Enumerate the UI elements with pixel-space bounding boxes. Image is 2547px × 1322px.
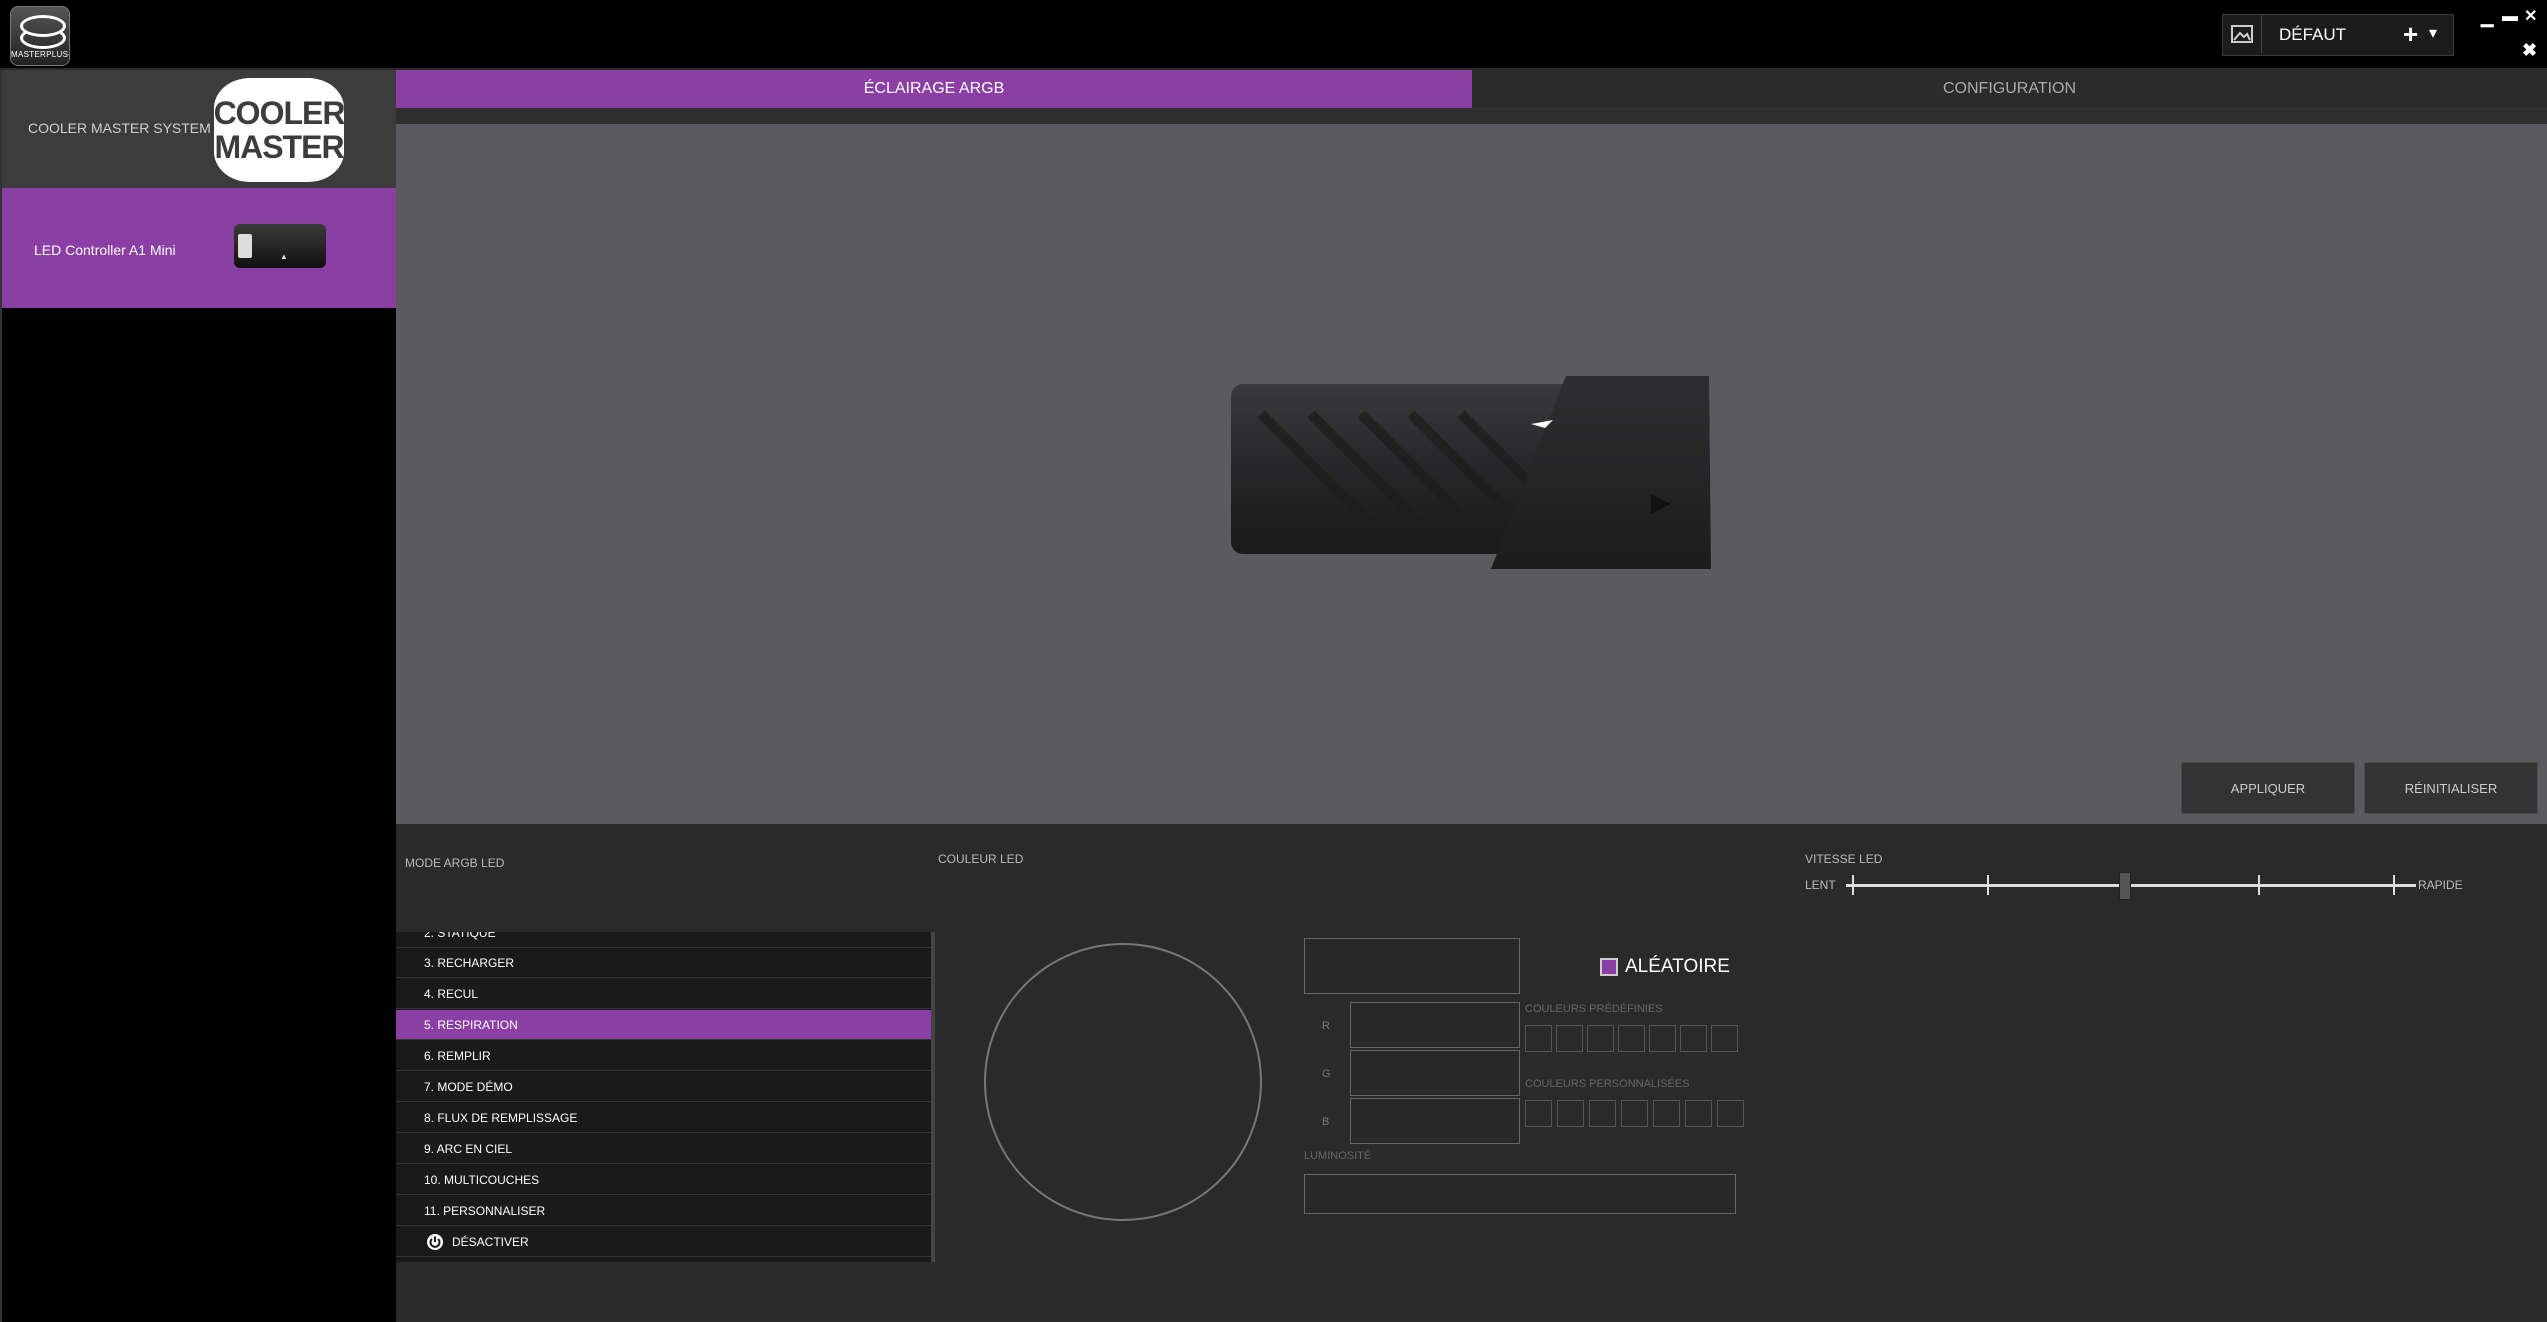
viewport-header-strip: [396, 110, 2547, 124]
mode-item-multilayer[interactable]: 10. MULTICOUCHES: [396, 1165, 931, 1195]
mode-item-recharge[interactable]: 3. RECHARGER: [396, 948, 931, 978]
device-preview: APPLIQUER RÉINITIALISER: [396, 124, 2547, 824]
custom-swatch[interactable]: [1717, 1100, 1744, 1127]
preset-swatch[interactable]: [1680, 1025, 1707, 1052]
g-label: G: [1322, 1068, 1331, 1080]
mode-item-recoil[interactable]: 4. RECUL: [396, 979, 931, 1009]
image-icon[interactable]: [2223, 15, 2262, 53]
random-checkbox[interactable]: [1600, 958, 1618, 976]
disable-label: DÉSACTIVER: [452, 1234, 529, 1249]
device-sidebar: COOLER MASTER SYSTEM COOLER MASTER LED C…: [0, 70, 398, 1322]
device-thumbnail: ▲: [234, 224, 326, 268]
sidebar-item-system[interactable]: COOLER MASTER SYSTEM COOLER MASTER: [2, 70, 398, 189]
color-wheel[interactable]: [984, 943, 1262, 1221]
tab-argb-lighting[interactable]: ÉCLAIRAGE ARGB: [396, 70, 1472, 108]
power-icon: [427, 1233, 443, 1250]
logo-text: MASTERPLUS+: [11, 50, 70, 59]
r-label: R: [1322, 1020, 1330, 1032]
speed-section-label: VITESSE LED: [1805, 852, 1883, 866]
speed-tick: [1852, 875, 1854, 895]
g-input[interactable]: [1350, 1050, 1520, 1096]
custom-swatch[interactable]: [1621, 1100, 1648, 1127]
brand-line-2: MASTER: [214, 129, 344, 165]
brightness-slider[interactable]: [1304, 1174, 1736, 1214]
speed-tick: [2258, 875, 2260, 895]
chevron-down-icon[interactable]: ▾: [2429, 23, 2437, 43]
preset-swatches: [1525, 1025, 1745, 1055]
random-label: ALÉATOIRE: [1625, 956, 1730, 977]
reset-button[interactable]: RÉINITIALISER: [2364, 762, 2538, 814]
mode-item-fill[interactable]: 6. REMPLIR: [396, 1041, 931, 1071]
preset-swatch[interactable]: [1711, 1025, 1738, 1052]
apply-button[interactable]: APPLIQUER: [2181, 762, 2355, 814]
brand-line-1: COOLER: [213, 95, 346, 131]
preset-swatch[interactable]: [1556, 1025, 1583, 1052]
speed-slow-label: LENT: [1805, 878, 1836, 892]
title-bar: [0, 0, 2547, 70]
r-input[interactable]: [1350, 1002, 1520, 1048]
custom-swatch[interactable]: [1557, 1100, 1584, 1127]
mode-item-static[interactable]: 2. STATIQUE: [396, 932, 931, 948]
mode-item-rainbow[interactable]: 9. ARC EN CIEL: [396, 1134, 931, 1164]
tab-configuration[interactable]: CONFIGURATION: [1472, 70, 2547, 108]
speed-slider-thumb[interactable]: [2118, 872, 2131, 900]
profile-selector[interactable]: DÉFAUT + ▾: [2222, 14, 2454, 56]
color-preview-box[interactable]: [1304, 938, 1520, 994]
mode-section-label: MODE ARGB LED: [405, 856, 505, 870]
b-input[interactable]: [1350, 1098, 1520, 1144]
custom-colors-label: COULEURS PERSONNALISÉES: [1525, 1078, 1690, 1090]
device-label: LED Controller A1 Mini: [34, 242, 176, 258]
mode-item-demo[interactable]: 7. MODE DÉMO: [396, 1072, 931, 1102]
brightness-label: LUMINOSITÉ: [1304, 1150, 1372, 1162]
profile-name: DÉFAUT: [2279, 25, 2347, 44]
maximize-icon[interactable]: ▬: [2502, 8, 2518, 26]
speed-fast-label: RAPIDE: [2418, 878, 2463, 892]
mode-item-breathing[interactable]: 5. RESPIRATION: [396, 1010, 931, 1040]
preset-swatch[interactable]: [1618, 1025, 1645, 1052]
close-icon[interactable]: ✕: [2524, 6, 2537, 26]
settings-tools-icon[interactable]: ✖: [2522, 40, 2537, 61]
logo-disc-lower-icon: [20, 27, 66, 49]
mode-item-disable[interactable]: DÉSACTIVER: [396, 1227, 931, 1257]
system-label: COOLER MASTER SYSTEM: [28, 120, 211, 136]
app-logo[interactable]: MASTERPLUS+: [10, 6, 70, 66]
b-label: B: [1322, 1116, 1330, 1128]
mode-item-custom[interactable]: 11. PERSONNALISER: [396, 1196, 931, 1226]
custom-swatches: [1525, 1100, 1755, 1130]
cooler-master-logo: COOLER MASTER: [213, 78, 346, 182]
speed-tick: [1987, 875, 1989, 895]
speed-tick: [2393, 875, 2395, 895]
custom-swatch[interactable]: [1685, 1100, 1712, 1127]
preset-swatch[interactable]: [1649, 1025, 1676, 1052]
custom-swatch[interactable]: [1653, 1100, 1680, 1127]
speed-slider-track[interactable]: [1846, 884, 2416, 887]
preset-colors-label: COULEURS PRÉDÉFINIES: [1525, 1003, 1663, 1015]
custom-swatch[interactable]: [1525, 1100, 1552, 1127]
minimize-icon[interactable]: ▁: [2481, 8, 2493, 28]
sidebar-item-led-controller[interactable]: LED Controller A1 Mini ▲: [2, 188, 398, 308]
mode-list[interactable]: 2. STATIQUE 3. RECHARGER 4. RECUL 5. RES…: [396, 932, 935, 1262]
custom-swatch[interactable]: [1589, 1100, 1616, 1127]
led-controller-render: [1231, 376, 1711, 569]
color-section-label: COULEUR LED: [938, 852, 1024, 866]
preset-swatch[interactable]: [1525, 1025, 1552, 1052]
preset-swatch[interactable]: [1587, 1025, 1614, 1052]
mode-item-fill-flow[interactable]: 8. FLUX DE REMPLISSAGE: [396, 1103, 931, 1133]
add-profile-icon[interactable]: +: [2403, 19, 2418, 50]
